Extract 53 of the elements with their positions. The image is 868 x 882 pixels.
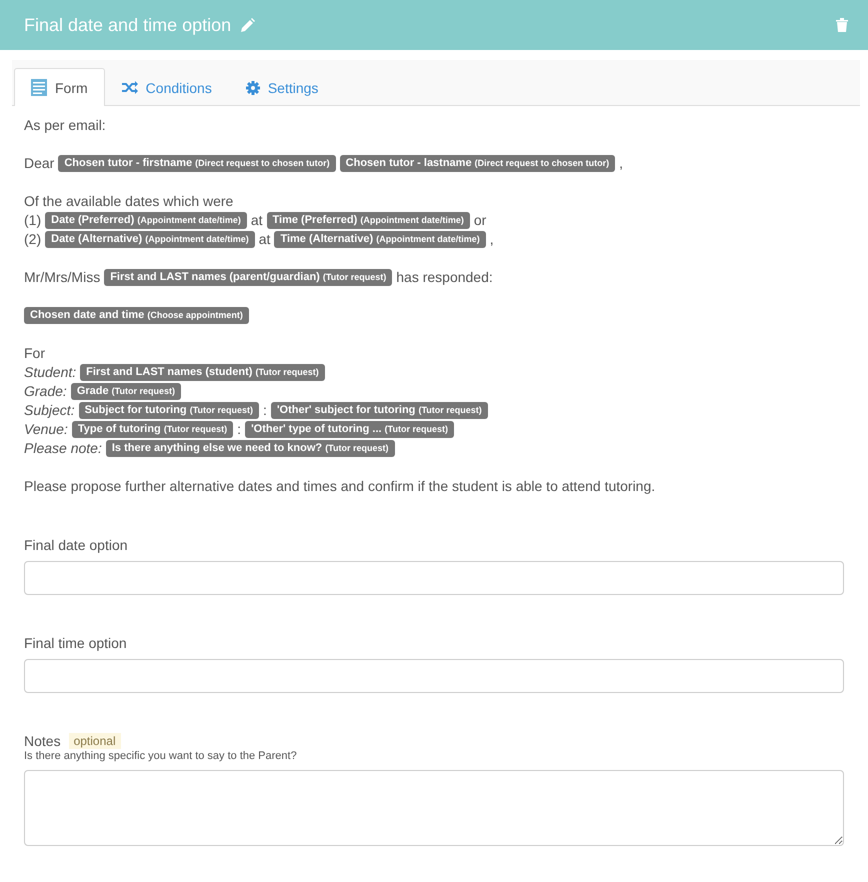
edit-icon[interactable]	[241, 18, 256, 32]
message-text: :	[237, 420, 242, 439]
message-text: (2)	[24, 230, 42, 249]
optional-badge: optional	[68, 733, 121, 749]
tab[interactable]: Form	[14, 68, 105, 106]
message-text: Of the available dates which were	[24, 192, 234, 211]
message-text: or	[474, 211, 486, 230]
message-text: As per email:	[24, 116, 106, 135]
message-text: at	[250, 211, 263, 230]
message-text: Please propose further alternative dates and times and confirm if the student is able to attend tutoring.	[24, 477, 656, 496]
merge-tag: Time (Alternative) (Appointment date/time)	[274, 231, 486, 248]
merge-tag: Grade (Tutor request)	[70, 383, 182, 400]
input-field[interactable]	[24, 561, 844, 595]
field-label: Notes	[24, 733, 61, 749]
merge-tag: Date (Alternative) (Appointment date/time)	[45, 231, 255, 248]
tab[interactable]: Settings	[228, 68, 336, 106]
page-title: Final date and time option	[24, 14, 232, 36]
merge-tag: Chosen tutor - lastname (Direct request to chosen tutor)	[340, 155, 616, 172]
field-hint: Is there anything specific you want to say to the Parent?	[24, 750, 298, 762]
field-label: Final time option	[24, 635, 127, 651]
merge-tag: First and LAST names (student) (Tutor request)	[80, 364, 325, 381]
message-text: ,	[490, 230, 494, 249]
field-label: Student:	[24, 363, 76, 382]
message-text: at	[258, 230, 270, 249]
message-text: (1)	[24, 211, 42, 230]
field-label: Please note:	[24, 439, 102, 458]
message-text: Mr/Mrs/Miss	[24, 268, 100, 287]
merge-tag: Chosen date and time (Choose appointment)	[24, 307, 249, 324]
merge-tag: Time (Preferred) (Appointment date/time)	[266, 212, 470, 229]
merge-tag: Is there anything else we need to know? (Tutor request)	[106, 440, 395, 457]
form-icon	[31, 79, 47, 96]
merge-tag: Chosen tutor - firstname (Direct request to chosen tutor)	[58, 155, 336, 172]
field-label: Venue:	[24, 420, 68, 439]
field-label: Final date option	[24, 537, 128, 553]
gear-icon	[246, 80, 260, 94]
merge-tag: 'Other' type of tutoring ... (Tutor request)	[245, 421, 454, 438]
merge-tag: Type of tutoring (Tutor request)	[72, 421, 234, 438]
merge-tag: Date (Preferred) (Appointment date/time)	[45, 212, 247, 229]
field-label: Subject:	[24, 401, 75, 420]
delete-icon[interactable]	[836, 18, 848, 32]
message-text: For	[24, 344, 45, 363]
message-text: Dear	[24, 154, 54, 173]
notes-field[interactable]	[24, 770, 844, 846]
message-text: has responded:	[396, 268, 493, 287]
message-text: :	[263, 401, 267, 420]
field-label: Grade:	[24, 382, 67, 401]
input-field[interactable]	[24, 659, 844, 693]
tab[interactable]: Conditions	[104, 68, 229, 106]
merge-tag: 'Other' subject for tutoring (Tutor request)	[270, 402, 488, 419]
message-text: ,	[619, 154, 624, 173]
merge-tag: Subject for tutoring (Tutor request)	[78, 402, 260, 419]
merge-tag: First and LAST names (parent/guardian) (Tutor request)	[104, 269, 392, 286]
shuffle-icon	[122, 81, 138, 94]
